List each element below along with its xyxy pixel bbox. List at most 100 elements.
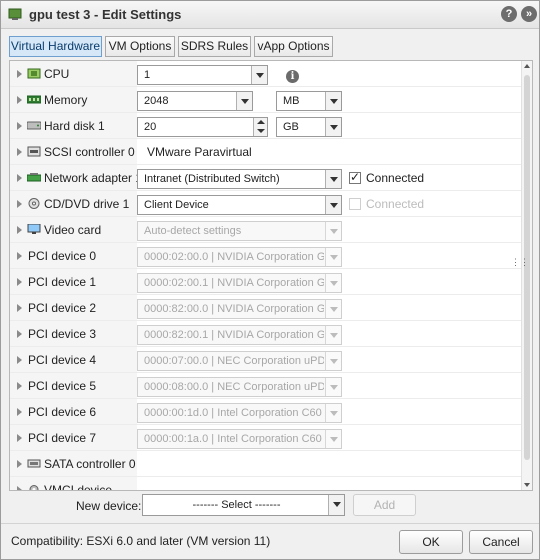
hardware-list: CPU 1 i Memory 2048 MB Hard disk 1 20 GB… xyxy=(9,60,533,491)
expand-arrow-icon[interactable] xyxy=(17,122,22,130)
scsi-type-value: VMware Paravirtual xyxy=(147,145,252,159)
tab-sdrs-rules[interactable]: SDRS Rules xyxy=(178,36,251,57)
info-icon[interactable]: i xyxy=(286,70,299,83)
add-device-button[interactable]: Add xyxy=(353,494,416,516)
chevron-down-icon[interactable] xyxy=(325,430,341,448)
stepper-arrows-icon[interactable] xyxy=(253,118,267,136)
chevron-down-icon[interactable] xyxy=(325,274,341,292)
chevron-down-icon[interactable] xyxy=(325,118,341,136)
network-connected-label: Connected xyxy=(366,171,425,185)
expand-arrow-icon[interactable] xyxy=(17,96,22,104)
chevron-down-icon[interactable] xyxy=(325,300,341,318)
cdrom-connected-checkbox[interactable] xyxy=(349,198,361,210)
pci-device-row: PCI device 4 0000:07:00.0 | NEC Corporat… xyxy=(10,347,522,373)
chevron-down-icon[interactable] xyxy=(325,92,341,110)
pci-device-row: PCI device 5 0000:08:00.0 | NEC Corporat… xyxy=(10,373,522,399)
expand-arrow-icon[interactable] xyxy=(17,408,22,416)
chevron-down-icon[interactable] xyxy=(325,404,341,422)
chevron-down-icon[interactable] xyxy=(325,326,341,344)
expand-arrow-icon[interactable] xyxy=(17,330,22,338)
pci-device-label: PCI device 6 xyxy=(28,405,97,419)
expand-arrow-icon[interactable] xyxy=(17,434,22,442)
scsi-row: SCSI controller 0 VMware Paravirtual xyxy=(10,139,522,165)
video-select[interactable]: Auto-detect settings xyxy=(137,221,342,241)
scroll-up-icon[interactable] xyxy=(524,64,530,68)
expand-arrow-icon[interactable] xyxy=(17,356,22,364)
memory-unit-select[interactable]: MB xyxy=(276,91,342,111)
cpu-icon xyxy=(27,68,41,79)
scroll-down-icon[interactable] xyxy=(524,483,530,487)
pci-device-row: PCI device 7 0000:00:1a.0 | Intel Corpor… xyxy=(10,425,522,451)
chevron-down-icon[interactable] xyxy=(325,248,341,266)
vmci-device-icon xyxy=(29,485,39,490)
hard-disk-icon xyxy=(27,121,41,130)
expand-arrow-icon[interactable] xyxy=(17,226,22,234)
expand-arrow-icon[interactable] xyxy=(17,174,22,182)
sata-controller-icon xyxy=(27,459,41,468)
network-label: Network adapter 1 xyxy=(44,171,143,185)
expand-icon[interactable]: » xyxy=(521,6,537,22)
pci-device-label: PCI device 1 xyxy=(28,275,97,289)
network-row: Network adapter 1 Intranet (Distributed … xyxy=(10,165,522,191)
cpu-select[interactable]: 1 xyxy=(137,65,268,85)
pci-device-label: PCI device 4 xyxy=(28,353,97,367)
pci-device-select[interactable]: 0000:02:00.0 | NVIDIA Corporation G xyxy=(137,247,342,267)
cdrom-select[interactable]: Client Device xyxy=(137,195,342,215)
memory-label: Memory xyxy=(44,93,88,107)
scsi-icon xyxy=(27,146,41,157)
chevron-down-icon[interactable] xyxy=(325,170,341,188)
hard-disk-unit-select[interactable]: GB xyxy=(276,117,342,137)
cdrom-label: CD/DVD drive 1 xyxy=(44,197,130,211)
tab-vm-options[interactable]: VM Options xyxy=(105,36,175,57)
dialog-title: gpu test 3 - Edit Settings xyxy=(29,7,182,22)
pci-device-select[interactable]: 0000:82:00.1 | NVIDIA Corporation G xyxy=(137,325,342,345)
expand-arrow-icon[interactable] xyxy=(17,382,22,390)
tab-vapp-options[interactable]: vApp Options xyxy=(254,36,333,57)
chevron-down-icon[interactable] xyxy=(328,495,344,515)
pci-device-select[interactable]: 0000:02:00.1 | NVIDIA Corporation G xyxy=(137,273,342,293)
vmci-row: VMCI device xyxy=(10,477,522,490)
resize-grip-icon[interactable]: ⋮⋮ xyxy=(511,257,529,268)
network-connected-checkbox[interactable] xyxy=(349,170,361,184)
pci-device-select[interactable]: 0000:08:00.0 | NEC Corporation uPD xyxy=(137,377,342,397)
hard-disk-size-stepper[interactable]: 20 xyxy=(137,117,268,137)
chevron-down-icon[interactable] xyxy=(325,196,341,214)
compatibility-text: Compatibility: ESXi 6.0 and later (VM ve… xyxy=(11,534,271,548)
pci-device-select[interactable]: 0000:00:1d.0 | Intel Corporation C60 xyxy=(137,403,342,423)
pci-device-select[interactable]: 0000:00:1a.0 | Intel Corporation C60 xyxy=(137,429,342,449)
network-select[interactable]: Intranet (Distributed Switch) xyxy=(137,169,342,189)
vertical-scrollbar[interactable] xyxy=(521,61,532,490)
expand-arrow-icon[interactable] xyxy=(17,200,22,208)
pci-device-label: PCI device 3 xyxy=(28,327,97,341)
chevron-down-icon[interactable] xyxy=(236,92,252,110)
pci-device-select[interactable]: 0000:07:00.0 | NEC Corporation uPD xyxy=(137,351,342,371)
chevron-down-icon[interactable] xyxy=(325,222,341,240)
network-adapter-icon xyxy=(27,173,41,182)
expand-arrow-icon[interactable] xyxy=(17,486,22,490)
video-label: Video card xyxy=(44,223,102,237)
cancel-button[interactable]: Cancel xyxy=(469,530,533,554)
dialog-footer: Compatibility: ESXi 6.0 and later (VM ve… xyxy=(1,523,539,559)
expand-arrow-icon[interactable] xyxy=(17,304,22,312)
ok-button[interactable]: OK xyxy=(399,530,463,554)
tab-virtual-hardware[interactable]: Virtual Hardware xyxy=(9,36,102,57)
expand-arrow-icon[interactable] xyxy=(17,70,22,78)
expand-arrow-icon[interactable] xyxy=(17,278,22,286)
cd-dvd-icon xyxy=(28,198,40,209)
expand-arrow-icon[interactable] xyxy=(17,460,22,468)
pci-device-select[interactable]: 0000:82:00.0 | NVIDIA Corporation G xyxy=(137,299,342,319)
new-device-select[interactable]: ------- Select ------- xyxy=(142,494,345,516)
new-device-label: New device: xyxy=(76,499,142,513)
expand-arrow-icon[interactable] xyxy=(17,148,22,156)
pci-device-label: PCI device 2 xyxy=(28,301,97,315)
chevron-down-icon[interactable] xyxy=(325,352,341,370)
memory-input[interactable]: 2048 xyxy=(137,91,253,111)
memory-icon xyxy=(27,95,41,104)
pci-device-label: PCI device 5 xyxy=(28,379,97,393)
chevron-down-icon[interactable] xyxy=(251,66,267,84)
help-icon[interactable]: ? xyxy=(501,6,517,22)
title-bar[interactable]: gpu test 3 - Edit Settings ? » xyxy=(1,1,539,29)
pci-device-label: PCI device 0 xyxy=(28,249,97,263)
chevron-down-icon[interactable] xyxy=(325,378,341,396)
expand-arrow-icon[interactable] xyxy=(17,252,22,260)
